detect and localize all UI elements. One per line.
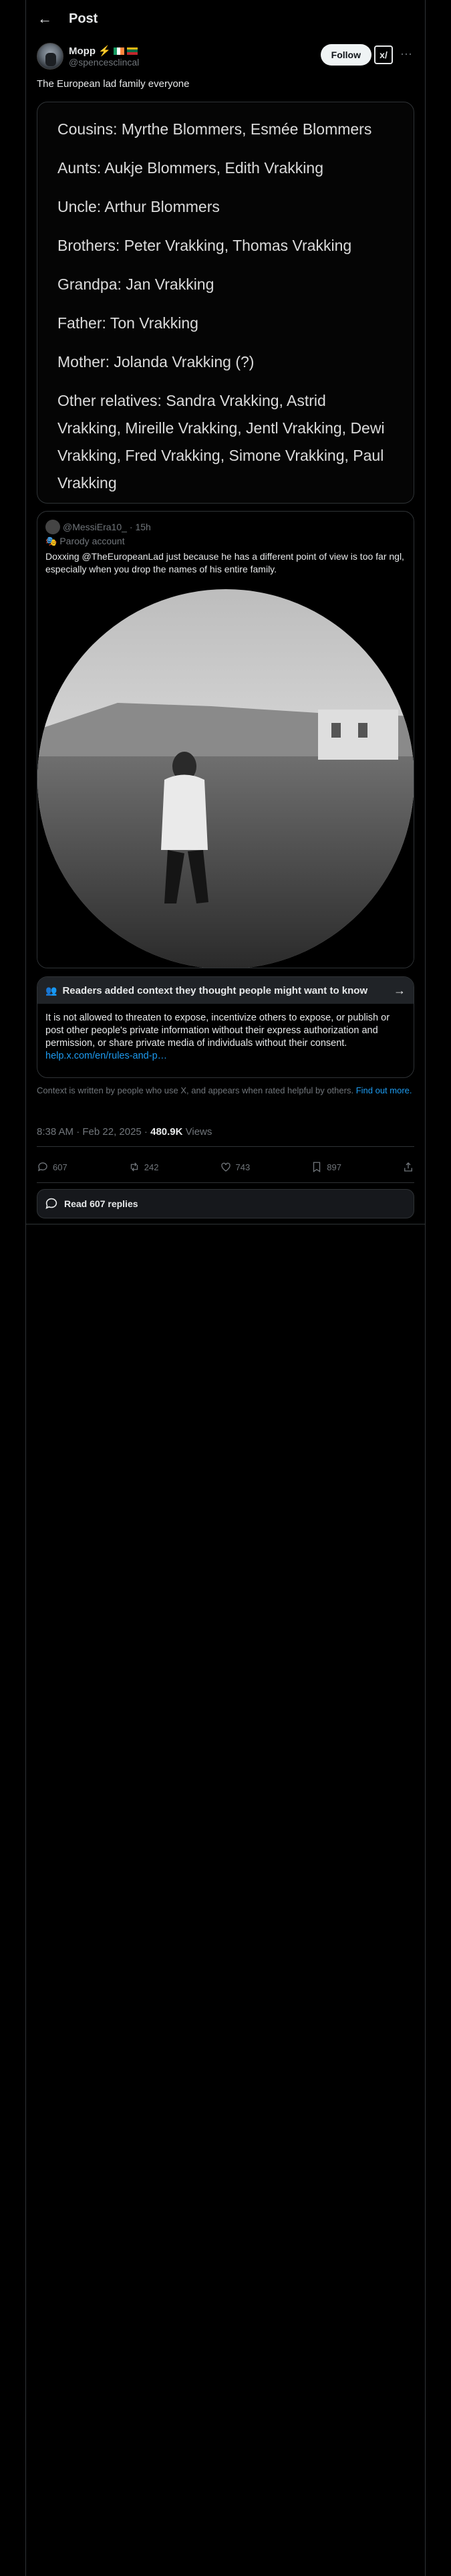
- reply-count: 607: [53, 1162, 67, 1172]
- community-note-text: It is not allowed to threaten to expose,…: [45, 1012, 390, 1049]
- video-frame: [37, 589, 414, 968]
- reply-button[interactable]: 607: [37, 1161, 67, 1173]
- like-button[interactable]: 743: [220, 1161, 251, 1173]
- quote-video[interactable]: [37, 589, 414, 968]
- community-note-header[interactable]: 👥 Readers added context they thought peo…: [37, 977, 414, 1004]
- main-column: ← Post Mopp ⚡ @spencesclincal Follow x/ …: [25, 0, 426, 2576]
- bookmark-icon: [313, 1162, 321, 1173]
- mask-icon: 🎭: [45, 536, 60, 546]
- display-name: Mopp: [69, 45, 96, 57]
- read-replies-button[interactable]: Read 607 replies: [37, 1189, 414, 1218]
- bookmark-button[interactable]: 897: [311, 1161, 341, 1173]
- post-image[interactable]: Cousins: Myrthe Blommers, Esmée Blommers…: [37, 102, 414, 504]
- action-bar: 607 242 743 897: [37, 1154, 414, 1180]
- post-author: Mopp ⚡ @spencesclincal Follow x/ ···: [37, 41, 414, 71]
- share-icon: [404, 1162, 412, 1172]
- bookmark-count: 897: [327, 1162, 341, 1172]
- more-options-icon[interactable]: ···: [398, 47, 414, 61]
- view-count: 480.9K: [150, 1126, 183, 1138]
- lightning-emoji: ⚡: [98, 45, 111, 57]
- lithuania-flag: [126, 47, 138, 55]
- divider: [37, 1146, 414, 1147]
- post-meta: 8:38 AM · Feb 22, 2025 · 480.9K Views: [37, 1126, 212, 1138]
- divider: [37, 1182, 414, 1183]
- footer-text: Context is written by people who use X, …: [37, 1085, 354, 1095]
- quoted-post[interactable]: @MessiEra10_ · 15h 🎭 Parody account Doxx…: [37, 511, 414, 968]
- read-replies-label: Read 607 replies: [64, 1198, 138, 1209]
- reply-icon: [37, 1162, 47, 1172]
- post-text: The European lad family everyone: [37, 78, 190, 90]
- image-line: Grandpa: Jan Vrakking: [57, 276, 214, 293]
- author-handle[interactable]: @spencesclincal: [69, 57, 139, 68]
- community-note-body: It is not allowed to threaten to expose,…: [37, 1004, 414, 1071]
- quote-text: Doxxing @TheEuropeanLad just because he …: [45, 551, 404, 574]
- arrow-left-icon: ←: [37, 10, 52, 27]
- community-note-footer: Context is written by people who use X, …: [37, 1085, 414, 1096]
- follow-button[interactable]: Follow: [320, 44, 371, 66]
- back-button[interactable]: ←: [26, 0, 63, 37]
- parody-label: 🎭 Parody account: [45, 536, 125, 547]
- image-line: Uncle: Arthur Blommers: [57, 198, 220, 215]
- community-note-link[interactable]: help.x.com/en/rules-and-p…: [45, 1050, 406, 1063]
- image-line: Mother: Jolanda Vrakking (?): [57, 353, 255, 370]
- avatar[interactable]: [37, 43, 63, 70]
- quote-avatar: [45, 520, 60, 534]
- repost-button[interactable]: 242: [128, 1161, 159, 1173]
- parody-label-text: Parody account: [59, 536, 125, 546]
- grok-icon[interactable]: x/: [374, 45, 393, 64]
- like-count: 743: [235, 1162, 251, 1172]
- quote-header: @MessiEra10_ · 15h: [45, 520, 151, 534]
- top-bar: ← Post: [26, 0, 425, 37]
- image-line: Father: Ton Vrakking: [57, 314, 198, 332]
- views-label: Views: [182, 1126, 212, 1138]
- image-line: Cousins: Myrthe Blommers, Esmée Blommers: [57, 120, 372, 138]
- display-name-row[interactable]: Mopp ⚡: [69, 45, 139, 57]
- reply-bubble-icon: [45, 1198, 57, 1209]
- heart-icon: [220, 1162, 231, 1172]
- community-note: 👥 Readers added context they thought peo…: [37, 976, 414, 1078]
- image-line: Other relatives: Sandra Vrakking, Astrid…: [57, 392, 385, 492]
- image-line: Brothers: Peter Vrakking, Thomas Vrakkin…: [57, 237, 352, 254]
- ireland-flag: [113, 47, 124, 55]
- repost-icon: [130, 1162, 138, 1172]
- people-icon: 👥: [45, 984, 57, 996]
- page-title: Post: [69, 11, 98, 26]
- author-names: Mopp ⚡ @spencesclincal: [69, 45, 139, 68]
- community-note-title: Readers added context they thought peopl…: [62, 984, 368, 996]
- share-button[interactable]: [402, 1161, 414, 1173]
- quote-time: · 15h: [129, 522, 151, 532]
- find-out-more-link[interactable]: Find out more.: [356, 1085, 412, 1095]
- arrow-right-icon: →: [394, 983, 406, 997]
- quote-handle: @MessiEra10_: [63, 522, 127, 532]
- image-line: Aunts: Aukje Blommers, Edith Vrakking: [57, 159, 323, 177]
- repost-count: 242: [144, 1162, 159, 1172]
- post-timestamp[interactable]: 8:38 AM · Feb 22, 2025 ·: [37, 1126, 150, 1138]
